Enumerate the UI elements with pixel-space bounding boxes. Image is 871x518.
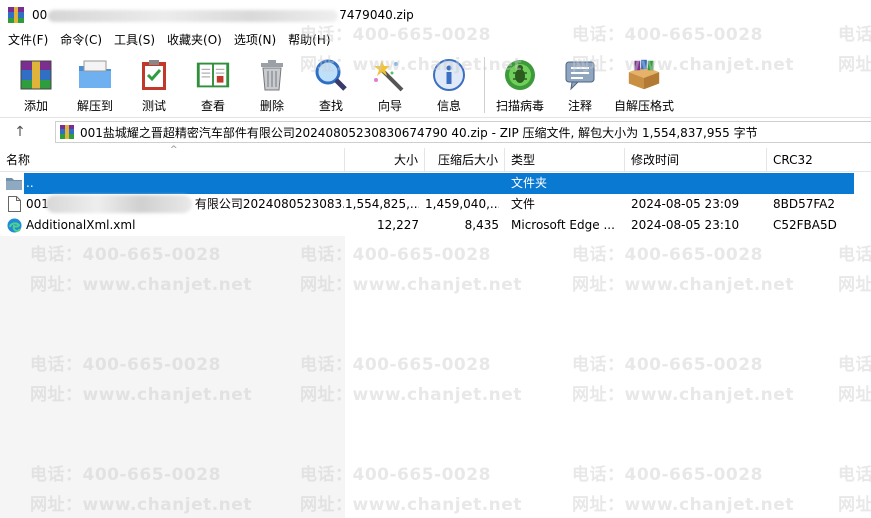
archive-path-text: 001盐城耀之晋超精密汽车部件有限公司20240805230830674790 … <box>80 125 758 140</box>
up-folder-button[interactable]: ↑ <box>0 118 40 146</box>
extract-to-button[interactable]: 解压到 <box>67 51 123 115</box>
table-row-parent[interactable]: .. 文件夹 <box>0 173 871 194</box>
wizard-button[interactable]: 向导 <box>362 51 418 115</box>
menu-help[interactable]: 帮助(H) <box>282 30 336 51</box>
menu-commands[interactable]: 命令(C) <box>54 30 108 51</box>
find-button[interactable]: 查找 <box>303 51 359 115</box>
watermark-site: 网址：www.chanjet.net <box>572 495 794 515</box>
virus-scan-icon <box>501 57 539 93</box>
row-crc32: C52FBA5D <box>773 218 837 232</box>
row-modified: 2024-08-05 23:09 <box>631 197 740 211</box>
add-button[interactable]: 添加 <box>8 51 64 115</box>
trash-icon <box>253 57 291 93</box>
row-type: 文件夹 <box>511 176 548 190</box>
delete-button[interactable]: 删除 <box>244 51 300 115</box>
comment-icon <box>561 57 599 93</box>
view-button[interactable]: 查看 <box>185 51 241 115</box>
watermark-phone: 电话：400-665-0028 <box>572 465 763 485</box>
watermark-phone: 电话 <box>838 355 871 375</box>
menu-favorites[interactable]: 收藏夹(O) <box>161 30 228 51</box>
folder-icon <box>6 176 22 193</box>
column-packed-size[interactable]: 压缩后大小 <box>425 148 505 172</box>
book-view-icon <box>194 57 232 93</box>
toolbar: 添加 解压到 测试 查看 删除 查找 向导 信息 扫描病毒 注释 自解压格式 <box>0 51 871 117</box>
info-button-label: 信息 <box>436 99 461 113</box>
window-title: 00 7479040.zip <box>32 8 414 22</box>
delete-button-label: 删除 <box>259 99 284 113</box>
sfx-box-icon <box>625 57 663 93</box>
redacted-name-blur <box>46 195 192 213</box>
watermark-site: 网址 <box>838 385 871 405</box>
column-crc32[interactable]: CRC32 <box>767 148 871 172</box>
menu-tools[interactable]: 工具(S) <box>108 30 161 51</box>
row-crc32: 8BD57FA2 <box>773 197 836 211</box>
path-field[interactable]: 001盐城耀之晋超精密汽车部件有限公司20240805230830674790 … <box>55 121 871 143</box>
extract-to-button-label: 解压到 <box>76 99 113 113</box>
column-type[interactable]: 类型 <box>505 148 625 172</box>
table-row[interactable]: AdditionalXml.xml 12,227 8,435 Microsoft… <box>0 215 871 236</box>
column-name[interactable]: 名称 <box>0 148 345 172</box>
comment-button[interactable]: 注释 <box>552 51 608 115</box>
sfx-button[interactable]: 自解压格式 <box>611 51 677 115</box>
row-name: AdditionalXml.xml <box>26 218 136 232</box>
edge-icon <box>7 218 22 236</box>
row-packed-size: 1,459,040,... <box>425 197 499 211</box>
watermark-phone: 电话：400-665-0028 <box>572 245 763 265</box>
virus-scan-button[interactable]: 扫描病毒 <box>491 51 549 115</box>
view-button-label: 查看 <box>200 99 225 113</box>
archive-icon <box>60 125 74 139</box>
magnifier-icon <box>312 57 350 93</box>
row-modified: 2024-08-05 23:10 <box>631 218 740 232</box>
redacted-title-blur <box>48 9 339 22</box>
wizard-button-label: 向导 <box>377 99 402 113</box>
info-icon <box>430 57 468 93</box>
file-icon <box>8 196 21 215</box>
toolbar-separator <box>484 57 485 113</box>
row-type: 文件 <box>511 197 536 211</box>
watermark-site: 网址 <box>838 495 871 515</box>
menu-file[interactable]: 文件(F) <box>2 30 54 51</box>
archive-add-icon <box>17 57 55 93</box>
menu-options[interactable]: 选项(N) <box>228 30 282 51</box>
row-packed-size: 8,435 <box>464 218 499 232</box>
column-modified[interactable]: 修改时间 <box>625 148 767 172</box>
comment-button-label: 注释 <box>567 99 592 113</box>
folder-extract-icon <box>76 57 114 93</box>
address-bar: ↑ 001盐城耀之晋超精密汽车部件有限公司2024080523083067479… <box>0 117 871 145</box>
menu-bar: 文件(F) 命令(C) 工具(S) 收藏夹(O) 选项(N) 帮助(H) <box>0 30 871 51</box>
clipboard-check-icon <box>135 57 173 93</box>
test-button[interactable]: 测试 <box>126 51 182 115</box>
table-row[interactable]: 001 有限公司2024080523083... 1,554,825,... 1,… <box>0 194 871 215</box>
find-button-label: 查找 <box>318 99 343 113</box>
test-button-label: 测试 <box>141 99 166 113</box>
column-size[interactable]: 大小 <box>345 148 425 172</box>
watermark-phone: 电话 <box>838 465 871 485</box>
watermark-site: 网址 <box>838 275 871 295</box>
file-list-header: ^ 名称 大小 压缩后大小 类型 修改时间 CRC32 <box>0 145 871 172</box>
watermark-site: 网址：www.chanjet.net <box>572 275 794 295</box>
add-button-label: 添加 <box>23 99 48 113</box>
row-size: 12,227 <box>377 218 419 232</box>
empty-list-area <box>0 236 345 518</box>
watermark-phone: 电话：400-665-0028 <box>572 355 763 375</box>
row-type: Microsoft Edge ... <box>511 218 615 232</box>
title-bar: 00 7479040.zip <box>0 0 871 30</box>
row-size: 1,554,825,... <box>345 197 419 211</box>
sfx-button-label: 自解压格式 <box>613 99 674 113</box>
watermark-site: 网址：www.chanjet.net <box>572 385 794 405</box>
virus-scan-button-label: 扫描病毒 <box>495 99 544 113</box>
watermark-phone: 电话 <box>838 245 871 265</box>
info-button[interactable]: 信息 <box>421 51 477 115</box>
magic-wand-icon <box>371 57 409 93</box>
row-name: .. <box>26 176 34 190</box>
winrar-app-icon <box>8 7 24 23</box>
